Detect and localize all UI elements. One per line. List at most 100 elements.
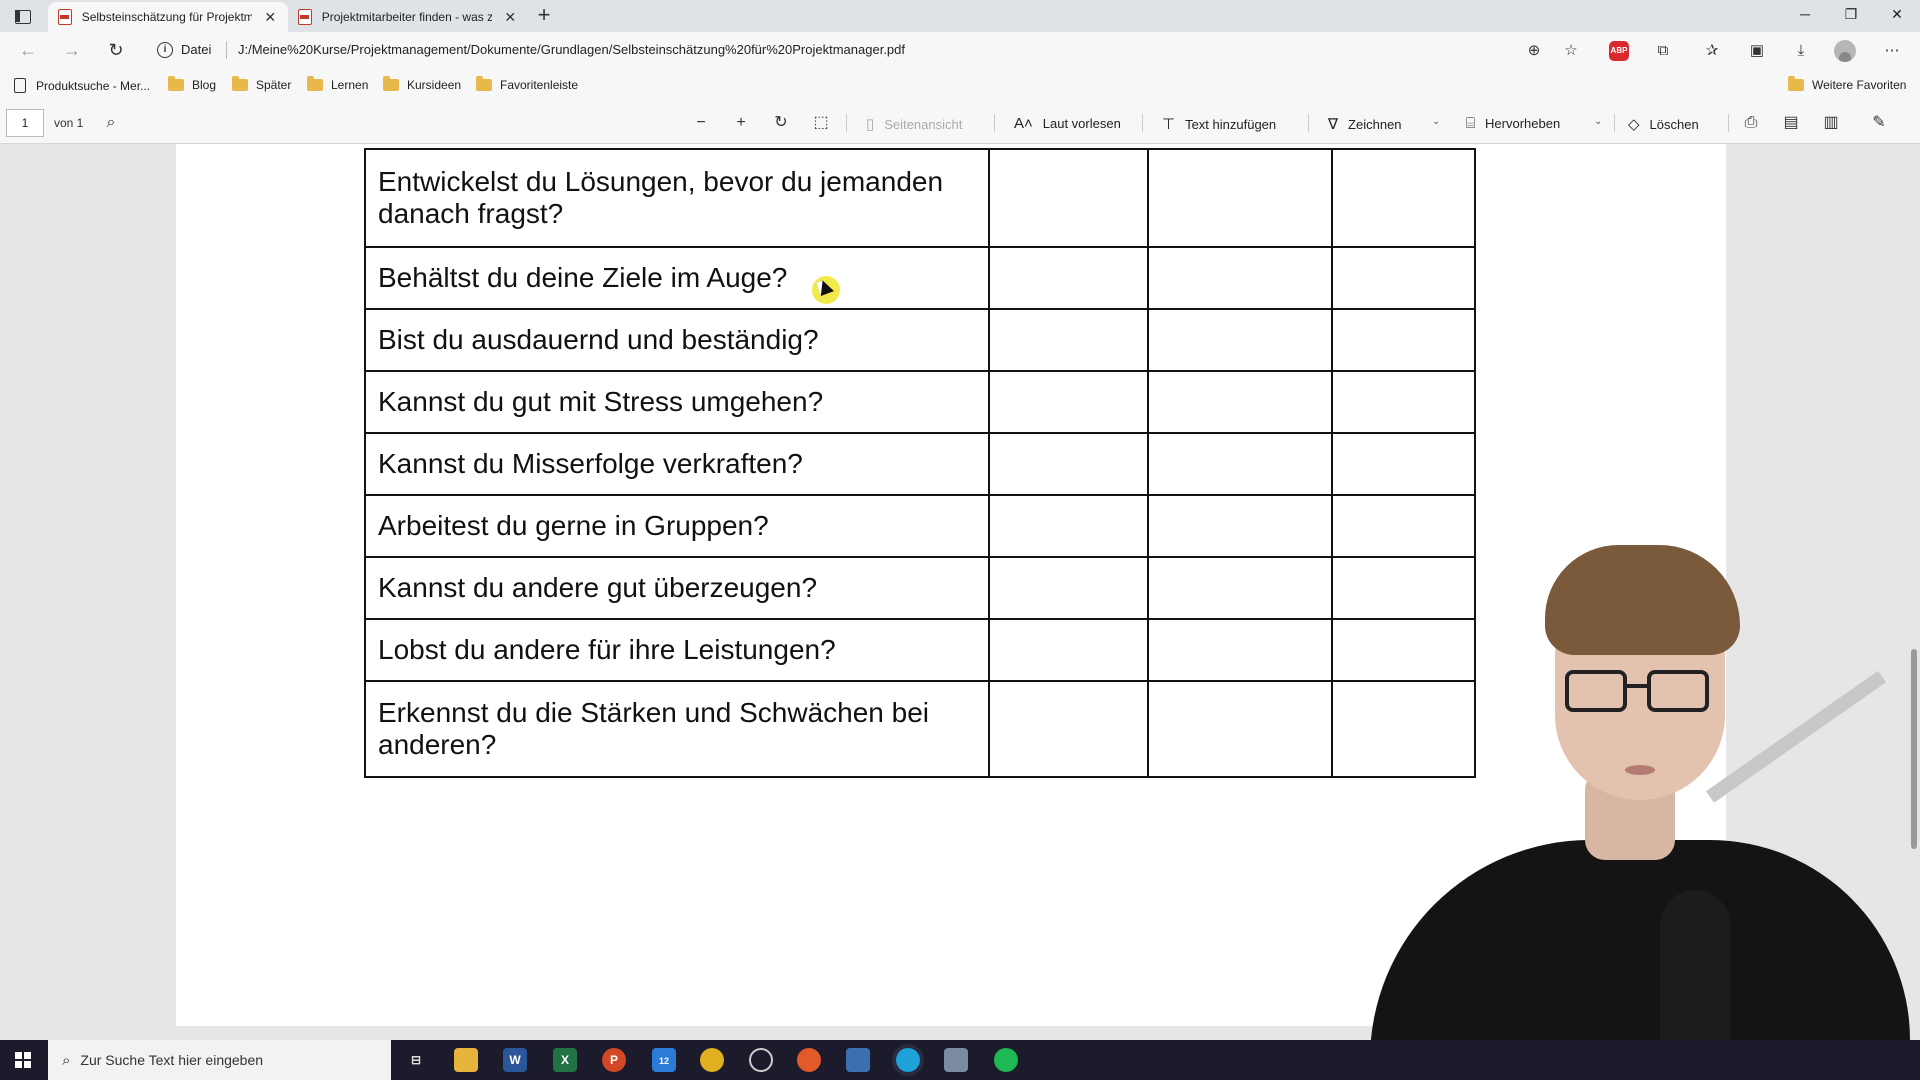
edge-icon[interactable] <box>896 1048 920 1072</box>
bookmark-favoritenleiste[interactable]: Favoritenleiste <box>476 76 578 92</box>
fit-page-icon[interactable]: ⬚ <box>810 113 832 133</box>
page-view-button[interactable]: ▯ Seitenansicht <box>866 115 962 133</box>
question-cell: Bist du ausdauernd und beständig? <box>364 308 990 372</box>
collections-icon[interactable]: ▣ <box>1747 41 1767 61</box>
print-icon[interactable]: ⎙ <box>1740 113 1762 133</box>
webcam-overlay <box>1370 540 1920 1040</box>
erase-button[interactable]: ◇ Löschen <box>1628 115 1699 133</box>
close-tab-icon[interactable]: ✕ <box>502 9 518 26</box>
word-icon[interactable]: W <box>503 1048 527 1072</box>
answer-cell[interactable] <box>1147 148 1333 248</box>
minimize-button[interactable]: ─ <box>1790 6 1820 22</box>
answer-cell[interactable] <box>1147 680 1333 778</box>
new-tab-button[interactable]: + <box>532 4 556 28</box>
windows-start-icon[interactable] <box>15 1052 31 1068</box>
bookmark-produktsuche[interactable]: Produktsuche - Mer... <box>14 78 150 93</box>
excel-icon[interactable]: X <box>553 1048 577 1072</box>
tab-selbsteinschaetzung[interactable]: Selbsteinschätzung für Projektmanager ✕ <box>48 2 288 32</box>
answer-cell[interactable] <box>1331 148 1476 248</box>
answer-cell[interactable] <box>1147 432 1333 496</box>
page-count: von 1 <box>54 116 84 130</box>
bookmark-lernen[interactable]: Lernen <box>307 76 369 92</box>
tab-actions-icon[interactable] <box>12 6 34 26</box>
spotify-icon[interactable] <box>994 1048 1018 1072</box>
answer-cell[interactable] <box>1147 308 1333 372</box>
close-tab-icon[interactable]: ✕ <box>262 9 278 26</box>
chrome-icon[interactable] <box>700 1048 724 1072</box>
highlight-button[interactable]: ⌸ Hervorheben <box>1466 115 1560 132</box>
file-explorer-icon[interactable] <box>454 1048 478 1072</box>
answer-cell[interactable] <box>1331 432 1476 496</box>
question-cell: Kannst du andere gut überzeugen? <box>364 556 990 620</box>
answer-cell[interactable] <box>988 370 1149 434</box>
bookmark-label: Lernen <box>331 78 369 92</box>
answer-cell[interactable] <box>1147 246 1333 310</box>
save-as-icon[interactable]: ▥ <box>1820 113 1842 133</box>
page-view-label: Seitenansicht <box>884 116 963 132</box>
answer-cell[interactable] <box>1147 370 1333 434</box>
task-view-icon[interactable]: ⊟ <box>404 1048 428 1072</box>
tab-title: Projektmitarbeiter finden - was zu beach… <box>321 10 493 24</box>
answer-cell[interactable] <box>988 308 1149 372</box>
favorite-star-icon[interactable]: ☆ <box>1561 41 1581 61</box>
tab-projektmitarbeiter[interactable]: Projektmitarbeiter finden - was zu beach… <box>288 2 528 32</box>
more-menu-icon[interactable]: ⋯ <box>1882 41 1902 61</box>
page-number-input[interactable]: 1 <box>6 109 44 137</box>
downloads-icon[interactable]: ⤓ <box>1791 41 1811 61</box>
profile-avatar[interactable] <box>1834 40 1856 62</box>
zoom-out-icon[interactable]: − <box>690 113 712 133</box>
address-input[interactable]: J:/Meine%20Kurse/Projektmanagement/Dokum… <box>238 42 905 57</box>
answer-cell[interactable] <box>988 246 1149 310</box>
mic-arm <box>1705 670 1887 803</box>
chevron-down-icon[interactable]: ⌄ <box>1594 116 1602 127</box>
answer-cell[interactable] <box>1147 494 1333 558</box>
close-window-button[interactable]: ✕ <box>1882 6 1912 23</box>
draw-button[interactable]: ∇ Zeichnen <box>1328 115 1402 133</box>
bookmark-spaeter[interactable]: Später <box>232 76 291 92</box>
pin-toolbar-icon[interactable]: ✎ <box>1868 113 1890 133</box>
answer-cell[interactable] <box>1331 246 1476 310</box>
obs-icon[interactable] <box>749 1048 773 1072</box>
answer-cell[interactable] <box>988 432 1149 496</box>
favorites-icon[interactable]: ✰ <box>1702 41 1722 61</box>
info-icon[interactable]: i <box>157 42 173 58</box>
chevron-down-icon[interactable]: ⌄ <box>1432 116 1440 127</box>
answer-cell[interactable] <box>1147 556 1333 620</box>
mail-icon[interactable]: 12 <box>652 1048 676 1072</box>
taskbar-search-input[interactable]: ⌕ Zur Suche Text hier eingeben <box>48 1040 391 1080</box>
search-icon[interactable]: ⌕ <box>100 113 122 133</box>
bookmark-kursideen[interactable]: Kursideen <box>383 76 461 92</box>
restore-button[interactable]: ❐ <box>1836 6 1866 23</box>
bookmark-weitere-favoriten[interactable]: Weitere Favoriten <box>1788 76 1906 92</box>
answer-cell[interactable] <box>1331 308 1476 372</box>
back-button[interactable]: ← <box>16 40 40 61</box>
table-row: Lobst du andere für ihre Leistungen? <box>364 618 1476 682</box>
tab-bar: Selbsteinschätzung für Projektmanager ✕ … <box>0 0 1920 32</box>
zoom-icon[interactable]: ⊕ <box>1524 41 1544 61</box>
powerpoint-icon[interactable]: P <box>602 1048 626 1072</box>
draw-icon: ∇ <box>1328 116 1339 133</box>
answer-cell[interactable] <box>1147 618 1333 682</box>
answer-cell[interactable] <box>988 494 1149 558</box>
notepad-icon[interactable] <box>944 1048 968 1072</box>
answer-cell[interactable] <box>988 556 1149 620</box>
save-icon[interactable]: ▤ <box>1780 113 1802 133</box>
answer-cell[interactable] <box>1331 370 1476 434</box>
answer-cell[interactable] <box>988 618 1149 682</box>
bookmark-blog[interactable]: Blog <box>168 76 216 92</box>
adblock-icon[interactable]: ABP <box>1609 41 1629 61</box>
answer-cell[interactable] <box>988 148 1149 248</box>
highlight-label: Hervorheben <box>1485 116 1561 131</box>
zoom-in-icon[interactable]: + <box>730 113 752 133</box>
app-icon[interactable] <box>846 1048 870 1072</box>
erase-label: Löschen <box>1649 116 1699 132</box>
rotate-icon[interactable]: ↻ <box>770 113 792 133</box>
read-aloud-button[interactable]: A˄ Laut vorlesen <box>1014 115 1121 132</box>
extensions-icon[interactable]: ⧉ <box>1653 41 1673 61</box>
add-text-button[interactable]: ⊤ Text hinzufügen <box>1162 115 1276 133</box>
reload-button[interactable]: ↻ <box>104 40 128 61</box>
taskbar: ⌕ Zur Suche Text hier eingeben ⊟ W X P 1… <box>0 1040 1920 1080</box>
app-icon[interactable] <box>797 1048 821 1072</box>
forward-button[interactable]: → <box>60 40 84 61</box>
answer-cell[interactable] <box>988 680 1149 778</box>
